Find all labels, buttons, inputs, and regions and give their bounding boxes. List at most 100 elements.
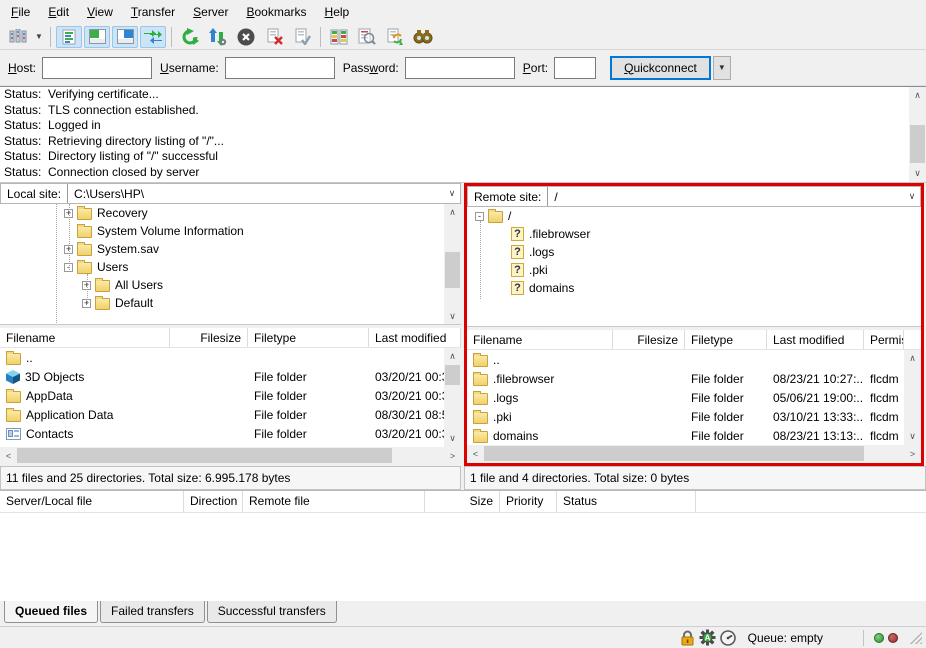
site-manager-button[interactable] [5, 26, 31, 48]
file-row-appdata[interactable]: AppData File folder 03/20/21 00:3 [0, 386, 461, 405]
tree-item-logs[interactable]: .logs [467, 243, 921, 261]
remote-directory-tree[interactable]: -/ .filebrowser .logs .pki domains [467, 207, 921, 327]
tree-item-root[interactable]: -/ [467, 207, 921, 225]
column-header-filesize[interactable]: Filesize [170, 328, 248, 347]
scroll-left-icon[interactable]: < [467, 445, 484, 462]
password-input[interactable] [405, 57, 515, 79]
file-row-domains[interactable]: domains File folder 08/23/21 13:13:... f… [467, 426, 921, 445]
menu-transfer[interactable]: Transfer [122, 2, 184, 22]
file-row-contacts[interactable]: Contacts File folder 03/20/21 00:3 [0, 424, 461, 443]
site-manager-dropdown[interactable]: ▼ [32, 26, 46, 48]
menu-help[interactable]: Help [316, 2, 359, 22]
menu-bookmarks[interactable]: Bookmarks [237, 2, 315, 22]
reconnect-button[interactable] [289, 26, 315, 48]
scrollbar-thumb[interactable] [484, 446, 864, 461]
local-file-list[interactable]: ⌃ Filename Filesize Filetype Last modifi… [0, 328, 461, 464]
tab-successful-transfers[interactable]: Successful transfers [207, 601, 337, 623]
remote-list-hscrollbar[interactable]: < > [467, 445, 921, 462]
chevron-down-icon[interactable]: ∨ [444, 188, 460, 199]
scrollbar-thumb[interactable] [445, 252, 460, 288]
resize-grip[interactable] [910, 632, 922, 644]
column-header-server-local-file[interactable]: Server/Local file [0, 491, 184, 512]
file-row-parent[interactable]: .. [467, 350, 921, 369]
port-input[interactable] [554, 57, 596, 79]
filename-filters-button[interactable] [354, 26, 380, 48]
scroll-down-icon[interactable]: ∨ [444, 308, 461, 325]
scroll-up-icon[interactable]: ∧ [444, 204, 461, 221]
host-label: Host: [8, 61, 36, 75]
scrollbar-thumb[interactable] [445, 365, 460, 385]
scroll-up-icon[interactable]: ∧ [904, 350, 921, 367]
scroll-right-icon[interactable]: > [904, 445, 921, 462]
scroll-up-icon[interactable]: ∧ [444, 348, 461, 365]
remote-site-combo[interactable]: Remote site: / ∨ [467, 186, 921, 207]
tree-item-filebrowser[interactable]: .filebrowser [467, 225, 921, 243]
local-site-combo[interactable]: Local site: C:\Users\HP\ ∨ [0, 183, 461, 204]
username-input[interactable] [225, 57, 335, 79]
local-tree-scrollbar[interactable]: ∧ ∨ [444, 204, 461, 325]
scroll-down-icon[interactable]: ∨ [909, 165, 926, 182]
local-directory-tree[interactable]: +Recovery System Volume Information +Sys… [0, 204, 461, 325]
tab-queued-files[interactable]: Queued files [4, 601, 98, 623]
host-input[interactable] [42, 57, 152, 79]
column-header-filesize[interactable]: Filesize [613, 330, 685, 349]
column-header-direction[interactable]: Direction [184, 491, 243, 512]
menu-view[interactable]: View [78, 2, 122, 22]
tree-item-default[interactable]: +Default [0, 294, 461, 312]
file-row-3d-objects[interactable]: 3D Objects File folder 03/20/21 00:3 [0, 367, 461, 386]
local-site-path[interactable]: C:\Users\HP\ [67, 184, 444, 203]
file-row-filebrowser[interactable]: .filebrowser File folder 08/23/21 10:27:… [467, 369, 921, 388]
column-header-priority[interactable]: Priority [500, 491, 557, 512]
scroll-left-icon[interactable]: < [0, 447, 17, 464]
find-files-button[interactable] [410, 26, 436, 48]
folder-icon [473, 431, 488, 443]
local-list-vscrollbar[interactable]: ∧ ∨ [444, 348, 461, 447]
local-list-hscrollbar[interactable]: < > [0, 447, 461, 464]
toggle-message-log-button[interactable] [56, 26, 82, 48]
file-row-application-data[interactable]: Application Data File folder 08/30/21 08… [0, 405, 461, 424]
quickconnect-button[interactable]: Quickconnect [610, 56, 711, 80]
file-row-parent[interactable]: .. [0, 348, 461, 367]
toggle-transfer-queue-button[interactable] [140, 26, 166, 48]
column-header-size[interactable]: Size [425, 491, 500, 512]
remote-file-list[interactable]: ⌃ Filename Filesize Filetype Last modifi… [467, 330, 921, 462]
scrollbar-thumb[interactable] [17, 448, 392, 463]
chevron-down-icon[interactable]: ∨ [904, 191, 920, 202]
folder-question-icon [511, 263, 524, 277]
tab-failed-transfers[interactable]: Failed transfers [100, 601, 205, 623]
cancel-button[interactable] [233, 26, 259, 48]
scrollbar-thumb[interactable] [910, 125, 925, 163]
refresh-button[interactable] [177, 26, 203, 48]
directory-comparison-button[interactable] [326, 26, 352, 48]
file-row-logs[interactable]: .logs File folder 05/06/21 19:00:... flc… [467, 388, 921, 407]
toggle-remote-tree-button[interactable] [112, 26, 138, 48]
tree-item-domains[interactable]: domains [467, 279, 921, 297]
speed-limits-gauge-icon [720, 630, 736, 646]
menu-server[interactable]: Server [184, 2, 237, 22]
column-header-status[interactable]: Status [557, 491, 696, 512]
menu-edit[interactable]: Edit [39, 2, 78, 22]
scroll-down-icon[interactable]: ∨ [904, 428, 921, 445]
column-header-remote-file[interactable]: Remote file [243, 491, 425, 512]
tree-item-all-users[interactable]: +All Users [0, 276, 461, 294]
scroll-down-icon[interactable]: ∨ [444, 430, 461, 447]
file-row-pki[interactable]: .pki File folder 03/10/21 13:33:... flcd… [467, 407, 921, 426]
column-header-last-modified[interactable]: Last modified [369, 328, 461, 347]
toggle-local-tree-button[interactable] [84, 26, 110, 48]
remote-site-path[interactable]: / [547, 187, 904, 206]
scroll-up-icon[interactable]: ∧ [909, 87, 926, 104]
column-header-filetype[interactable]: Filetype [248, 328, 369, 347]
remote-list-vscrollbar[interactable]: ∧ ∨ [904, 350, 921, 445]
menu-file[interactable]: File [2, 2, 39, 22]
column-header-filetype[interactable]: Filetype [685, 330, 767, 349]
column-header-permissions[interactable]: Permissions [864, 330, 904, 349]
synchronized-browsing-button[interactable] [382, 26, 408, 48]
collapse-icon[interactable]: - [475, 212, 484, 221]
column-header-last-modified[interactable]: Last modified [767, 330, 864, 349]
quickconnect-dropdown[interactable]: ▼ [713, 56, 731, 80]
log-scrollbar[interactable]: ∧ ∨ [909, 87, 926, 182]
tree-item-pki[interactable]: .pki [467, 261, 921, 279]
process-queue-button[interactable] [205, 26, 231, 48]
scroll-right-icon[interactable]: > [444, 447, 461, 464]
disconnect-button[interactable] [261, 26, 287, 48]
